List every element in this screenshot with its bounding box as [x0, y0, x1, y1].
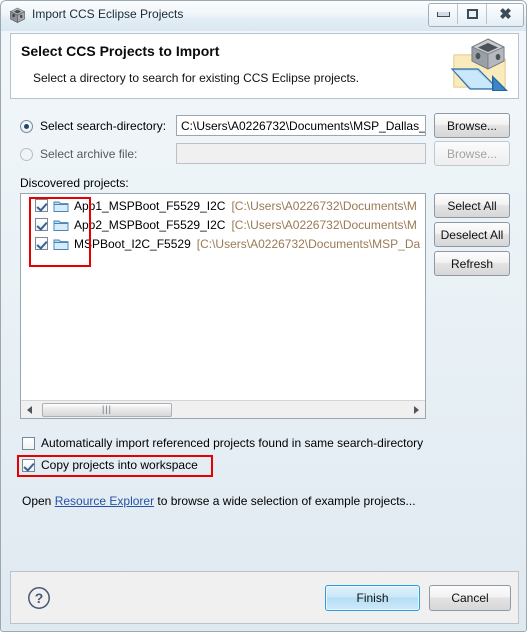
hint-suffix: to browse a wide selection of example pr…	[154, 494, 416, 508]
minimize-button[interactable]	[429, 4, 458, 24]
copy-projects-checkbox[interactable]	[22, 458, 35, 472]
page-title: Select CCS Projects to Import	[21, 43, 220, 59]
finish-button[interactable]: Finish	[325, 585, 420, 611]
copy-projects-checkbox-row[interactable]: Copy projects into workspace	[22, 456, 198, 474]
list-horizontal-scrollbar[interactable]: |||	[21, 400, 425, 418]
scrollbar-grip: |||	[101, 404, 112, 414]
window-title: Import CCS Eclipse Projects	[32, 7, 184, 21]
discovered-projects-list[interactable]: App1_MSPBoot_F5529_I2C [C:\Users\A022673…	[20, 193, 426, 419]
search-directory-value: C:\Users\A0226732\Documents\MSP_Dallas_	[181, 118, 426, 133]
auto-import-checkbox[interactable]	[22, 436, 35, 450]
hint-prefix: Open	[22, 494, 55, 508]
archive-file-input[interactable]	[176, 143, 426, 164]
resource-explorer-link[interactable]: Resource Explorer	[55, 494, 154, 508]
page-subtitle: Select a directory to search for existin…	[33, 71, 360, 85]
deselect-all-button[interactable]: Deselect All	[434, 222, 510, 247]
list-item[interactable]: App1_MSPBoot_F5529_I2C [C:\Users\A022673…	[21, 196, 425, 215]
search-directory-radio-row[interactable]: Select search-directory:	[20, 114, 166, 138]
project-checkbox[interactable]	[35, 199, 48, 212]
project-items: App1_MSPBoot_F5529_I2C [C:\Users\A022673…	[21, 196, 425, 253]
search-directory-label: Select search-directory:	[40, 119, 167, 133]
scrollbar-thumb[interactable]: |||	[42, 402, 172, 417]
folder-icon	[53, 237, 69, 251]
copy-projects-label: Copy projects into workspace	[41, 458, 198, 472]
folder-icon	[53, 218, 69, 232]
maximize-icon	[466, 9, 478, 19]
search-directory-radio[interactable]	[20, 119, 33, 133]
dialog-footer: ? Finish Cancel	[10, 571, 519, 624]
discovered-projects-label: Discovered projects:	[20, 176, 129, 190]
svg-text:?: ?	[35, 590, 44, 606]
resource-explorer-hint: Open Resource Explorer to browse a wide …	[22, 494, 416, 508]
archive-file-radio-row[interactable]: Select archive file:	[20, 142, 137, 166]
project-checkbox[interactable]	[35, 218, 48, 231]
minimize-icon	[436, 11, 450, 17]
help-icon[interactable]: ?	[27, 586, 51, 610]
archive-file-radio[interactable]	[20, 147, 33, 161]
refresh-button[interactable]: Refresh	[434, 251, 510, 276]
browse-archive-file-button[interactable]: Browse...	[434, 141, 510, 166]
title-bar: Import CCS Eclipse Projects ✖	[1, 1, 526, 31]
folder-icon	[53, 199, 69, 213]
select-all-button[interactable]: Select All	[434, 193, 510, 218]
auto-import-label: Automatically import referenced projects…	[41, 436, 424, 450]
close-icon: ✖	[499, 5, 512, 23]
archive-file-label: Select archive file:	[40, 147, 138, 161]
project-path: [C:\Users\A0226732\Documents\M	[231, 198, 417, 213]
window-controls: ✖	[428, 3, 524, 27]
list-item[interactable]: MSPBoot_I2C_F5529 [C:\Users\A0226732\Doc…	[21, 234, 425, 253]
project-path: [C:\Users\A0226732\Documents\M	[231, 217, 417, 232]
maximize-button[interactable]	[458, 4, 487, 24]
wizard-header: Select CCS Projects to Import Select a d…	[10, 33, 519, 99]
project-name: App1_MSPBoot_F5529_I2C	[74, 198, 226, 213]
import-folder-icon	[448, 35, 514, 97]
close-button[interactable]: ✖	[487, 4, 523, 24]
scroll-left-icon[interactable]	[21, 402, 38, 418]
ccs-cube-icon	[9, 7, 26, 24]
project-checkbox[interactable]	[35, 237, 48, 250]
list-item[interactable]: App2_MSPBoot_F5529_I2C [C:\Users\A022673…	[21, 215, 425, 234]
scrollbar-track[interactable]: |||	[38, 402, 408, 418]
dialog-body: Select search-directory: C:\Users\A02267…	[10, 100, 519, 570]
auto-import-checkbox-row[interactable]: Automatically import referenced projects…	[22, 434, 423, 452]
project-name: App2_MSPBoot_F5529_I2C	[74, 217, 226, 232]
import-ccs-eclipse-projects-dialog: Import CCS Eclipse Projects ✖ Select CCS…	[0, 0, 527, 632]
cancel-button[interactable]: Cancel	[429, 585, 511, 611]
project-name: MSPBoot_I2C_F5529	[74, 236, 191, 251]
browse-search-directory-button[interactable]: Browse...	[434, 113, 510, 138]
project-path: [C:\Users\A0226732\Documents\MSP_Da	[196, 236, 421, 251]
search-directory-input[interactable]: C:\Users\A0226732\Documents\MSP_Dallas_	[176, 115, 426, 136]
scroll-right-icon[interactable]	[408, 402, 425, 418]
